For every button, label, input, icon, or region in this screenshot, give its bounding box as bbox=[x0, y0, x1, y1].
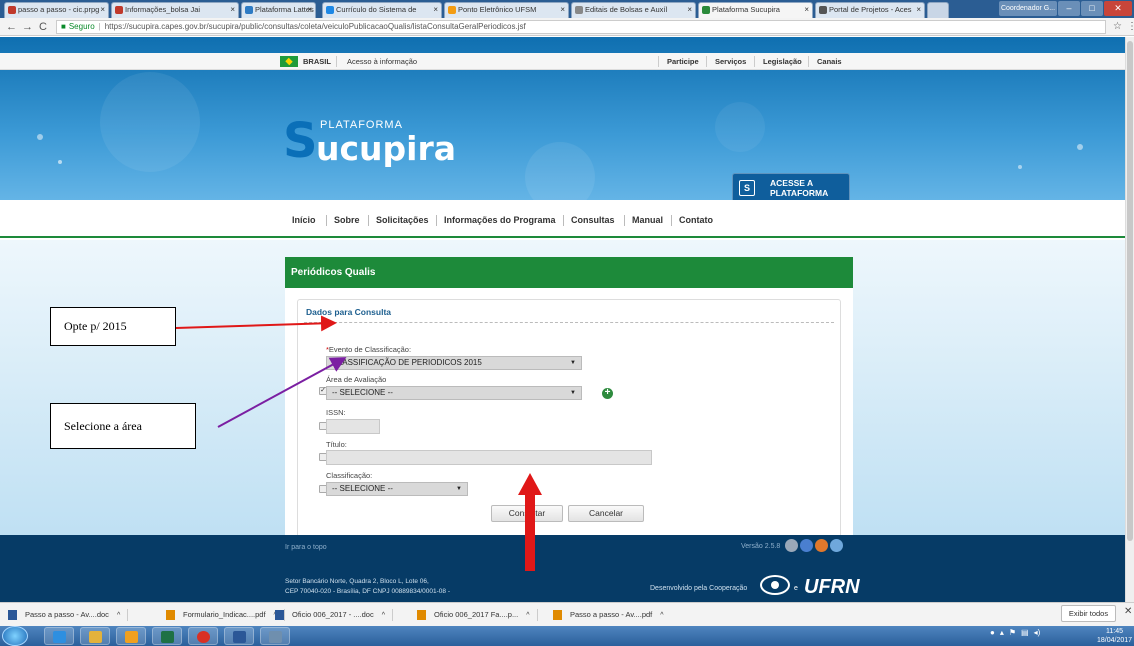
network-icon[interactable]: ▤ bbox=[1021, 628, 1029, 637]
url-text: https://sucupira.capes.gov.br/sucupira/p… bbox=[104, 22, 526, 31]
minimize-icon[interactable]: – bbox=[1058, 1, 1080, 16]
close-tab-icon[interactable]: × bbox=[560, 3, 565, 17]
taskbar-explorer[interactable] bbox=[80, 627, 110, 645]
taskbar-chrome[interactable] bbox=[188, 627, 218, 645]
excel-icon bbox=[161, 631, 174, 643]
start-button[interactable] bbox=[2, 626, 28, 646]
volume-icon[interactable]: ◂) bbox=[1034, 628, 1041, 637]
purple-arrow bbox=[217, 357, 347, 428]
close-tab-icon[interactable]: × bbox=[307, 3, 312, 17]
system-tray: ● ▴ ⚑ ▤ ◂) bbox=[990, 628, 1040, 637]
red-up-arrow bbox=[518, 473, 542, 571]
user-profile-button[interactable]: Coordenador G... bbox=[999, 1, 1057, 16]
taskbar-word[interactable] bbox=[224, 627, 254, 645]
sucupira-icon bbox=[702, 6, 710, 14]
folder-icon bbox=[89, 631, 102, 643]
curriculo-icon bbox=[326, 6, 334, 14]
taskbar-ie[interactable] bbox=[44, 627, 74, 645]
lock-icon: ■ bbox=[61, 22, 66, 31]
gmail-icon bbox=[8, 6, 16, 14]
back-icon[interactable]: ← bbox=[6, 19, 17, 35]
page-scrollbar[interactable] bbox=[1125, 37, 1134, 602]
maximize-icon[interactable]: □ bbox=[1081, 1, 1103, 16]
browser-tab[interactable]: Currículo do Sistema de × bbox=[322, 2, 442, 18]
windows-taskbar: ● ▴ ⚑ ▤ ◂) 11:45 18/04/2017 bbox=[0, 626, 1134, 646]
clock[interactable]: 11:45 18/04/2017 bbox=[1097, 627, 1132, 645]
taskbar-outlook[interactable] bbox=[116, 627, 146, 645]
browser-tab[interactable]: Ponto Eletrônico UFSM × bbox=[444, 2, 569, 18]
chevron-up-icon: ^ bbox=[526, 612, 530, 619]
browser-tab[interactable]: Editais de Bolsas e Auxíl × bbox=[571, 2, 696, 18]
forward-icon[interactable]: → bbox=[22, 19, 33, 35]
download-item[interactable]: Oficio 006_2017 - ....doc ^ bbox=[275, 607, 394, 623]
chevron-up-icon: ^ bbox=[116, 612, 121, 619]
address-bar-row: ← → C ■ Seguro | https://sucupira.capes.gov… bbox=[0, 18, 1134, 36]
taskbar-app[interactable] bbox=[260, 627, 290, 645]
red-arrow bbox=[175, 315, 337, 332]
scrollbar-thumb[interactable] bbox=[1127, 41, 1133, 541]
screen: passo a passo - cic.prpg × Informações_bo… bbox=[0, 0, 1134, 646]
word-icon bbox=[233, 631, 246, 643]
portal-icon bbox=[819, 6, 827, 14]
download-item[interactable]: Formulario_Indicac....pdf^ bbox=[166, 607, 285, 623]
annotation-arrows bbox=[175, 315, 542, 571]
close-downloads-icon[interactable]: ✕ bbox=[1124, 606, 1132, 617]
close-tab-icon[interactable]: × bbox=[230, 3, 235, 17]
close-tab-icon[interactable]: × bbox=[433, 3, 438, 17]
download-item[interactable]: Passo a passo - Av....pdf ^ bbox=[553, 607, 664, 623]
flag-icon[interactable]: ⚑ bbox=[1009, 628, 1016, 637]
gmail-icon bbox=[115, 6, 123, 14]
ie-icon bbox=[53, 631, 66, 643]
word-doc-icon bbox=[275, 610, 284, 621]
document-icon bbox=[575, 6, 583, 14]
close-tab-icon[interactable]: × bbox=[916, 3, 921, 17]
download-item[interactable]: Oficio 006_2017 Fa....p... ^ bbox=[417, 607, 538, 623]
close-window-icon[interactable]: ✕ bbox=[1104, 1, 1132, 16]
browser-tab-strip: passo a passo - cic.prpg × Informações_bo… bbox=[0, 0, 1134, 18]
ponto-icon bbox=[448, 6, 456, 14]
app-icon bbox=[269, 631, 282, 643]
close-tab-icon[interactable]: × bbox=[100, 3, 105, 17]
close-tab-icon[interactable]: × bbox=[804, 3, 809, 17]
chrome-icon bbox=[197, 631, 210, 643]
pdf-icon bbox=[553, 610, 562, 621]
url-field[interactable]: ■ Seguro | https://sucupira.capes.gov.br/su… bbox=[56, 20, 1106, 34]
close-tab-icon[interactable]: × bbox=[687, 3, 692, 17]
help-icon[interactable]: ● bbox=[990, 628, 995, 637]
download-item[interactable]: Passo a passo - Av....doc ^ bbox=[8, 607, 129, 623]
lattes-icon bbox=[245, 6, 253, 14]
taskbar-excel[interactable] bbox=[152, 627, 182, 645]
outlook-icon bbox=[125, 631, 138, 643]
menu-icon[interactable]: ⋮ bbox=[1127, 19, 1134, 35]
downloads-bar: Passo a passo - Av....doc ^ Formulario_In… bbox=[0, 602, 1134, 626]
web-page: BRASIL Acesso à informação Participe Ser… bbox=[0, 37, 1125, 602]
window-controls: Coordenador G... – □ ✕ bbox=[999, 1, 1132, 16]
tray-arrow-icon[interactable]: ▴ bbox=[1000, 628, 1004, 637]
browser-tab[interactable]: Portal de Projetos - Aces × bbox=[815, 2, 925, 18]
browser-tab[interactable]: Plataforma Lattes × bbox=[241, 2, 316, 18]
pdf-icon bbox=[417, 610, 426, 621]
reload-icon[interactable]: C bbox=[39, 19, 47, 35]
chevron-up-icon: ^ bbox=[660, 612, 664, 619]
chevron-up-icon: ^ bbox=[381, 612, 386, 619]
browser-tab[interactable]: passo a passo - cic.prpg × bbox=[4, 2, 109, 18]
browser-tab[interactable]: Informações_bolsa Jai × bbox=[111, 2, 239, 18]
secure-label: Seguro bbox=[68, 22, 95, 31]
browser-tab-active[interactable]: Plataforma Sucupira × bbox=[698, 2, 813, 18]
word-doc-icon bbox=[8, 610, 17, 621]
pdf-icon bbox=[166, 610, 175, 621]
show-all-downloads-button[interactable]: Exibir todos bbox=[1061, 605, 1116, 622]
new-tab-button[interactable] bbox=[927, 2, 949, 18]
bookmark-star-icon[interactable]: ☆ bbox=[1113, 19, 1122, 35]
